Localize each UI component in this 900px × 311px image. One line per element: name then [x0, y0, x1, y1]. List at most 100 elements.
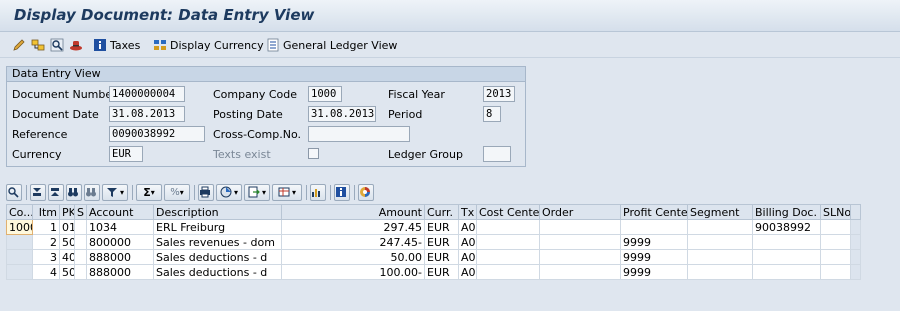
column-header[interactable]: Billing Doc. [752, 204, 821, 220]
cell-segment[interactable] [687, 264, 753, 280]
cell-amount[interactable]: 50.00 [281, 249, 425, 265]
cell-billing-doc[interactable] [752, 234, 821, 250]
cell-description[interactable]: Sales deductions - d [153, 264, 282, 280]
print-button[interactable] [69, 36, 83, 54]
cell-currency[interactable]: EUR [424, 264, 459, 280]
filter-button[interactable]: ▾ [102, 184, 128, 201]
settings-button[interactable] [358, 184, 374, 201]
cell-special-gl[interactable] [74, 234, 87, 250]
table-row[interactable]: 3 40 888000 Sales deductions - d 50.00 E… [6, 249, 861, 265]
display-currency-button[interactable]: Display Currency [153, 36, 264, 54]
cell-special-gl[interactable] [74, 264, 87, 280]
posting-date-field[interactable]: 31.08.2013 [308, 106, 376, 122]
table-row[interactable]: 2 50 800000 Sales revenues - dom 247.45-… [6, 234, 861, 250]
column-header[interactable]: SLNo [820, 204, 851, 220]
cell-description[interactable]: Sales revenues - dom [153, 234, 282, 250]
currency-field[interactable]: EUR [109, 146, 143, 162]
table-row[interactable]: 4 50 888000 Sales deductions - d 100.00-… [6, 264, 861, 280]
cell-item[interactable]: 4 [32, 264, 60, 280]
cell-profit-center[interactable] [620, 219, 688, 235]
cell-description[interactable]: ERL Freiburg [153, 219, 282, 235]
information-button[interactable] [334, 184, 350, 201]
details-button[interactable] [6, 184, 22, 201]
sort-descending-button[interactable] [48, 184, 64, 201]
find-button[interactable] [66, 184, 82, 201]
cell-cost-center[interactable] [476, 264, 540, 280]
cell-posting-key[interactable]: 01 [59, 219, 75, 235]
cell-amount[interactable]: 247.45- [281, 234, 425, 250]
cell-posting-key[interactable]: 50 [59, 234, 75, 250]
cell-company-code[interactable] [6, 234, 33, 250]
display-details-button[interactable] [50, 36, 64, 54]
column-header[interactable]: Itm [32, 204, 60, 220]
cell-slno[interactable] [820, 234, 851, 250]
print-preview-button[interactable] [198, 184, 214, 201]
cell-segment[interactable] [687, 219, 753, 235]
fiscal-year-field[interactable]: 2013 [483, 86, 515, 102]
cell-account[interactable]: 1034 [86, 219, 154, 235]
column-header[interactable]: S [74, 204, 87, 220]
cell-item[interactable]: 1 [32, 219, 60, 235]
sort-ascending-button[interactable] [30, 184, 46, 201]
column-header[interactable]: Cost Center [476, 204, 540, 220]
cell-special-gl[interactable] [74, 249, 87, 265]
column-header[interactable]: PK [59, 204, 75, 220]
texts-exist-checkbox[interactable] [308, 148, 319, 159]
find-next-button[interactable] [84, 184, 100, 201]
total-button[interactable]: Σ ▾ [136, 184, 162, 201]
column-header[interactable]: Co...▲ [6, 204, 33, 220]
cell-segment[interactable] [687, 234, 753, 250]
cell-cost-center[interactable] [476, 234, 540, 250]
document-overview-button[interactable] [31, 36, 45, 54]
cell-billing-doc[interactable]: 90038992 [752, 219, 821, 235]
cell-tax-code[interactable]: A0 [458, 249, 477, 265]
table-row[interactable]: 1000 1 01 1034 ERL Freiburg 297.45 EUR A… [6, 219, 861, 235]
column-header[interactable]: Segment [687, 204, 753, 220]
period-field[interactable]: 8 [483, 106, 501, 122]
cell-company-code[interactable] [6, 249, 33, 265]
cell-billing-doc[interactable] [752, 264, 821, 280]
cell-special-gl[interactable] [74, 219, 87, 235]
company-code-field[interactable]: 1000 [308, 86, 342, 102]
cell-posting-key[interactable]: 40 [59, 249, 75, 265]
cell-slno[interactable] [820, 219, 851, 235]
cell-currency[interactable]: EUR [424, 219, 459, 235]
cell-account[interactable]: 888000 [86, 249, 154, 265]
cell-tax-code[interactable]: A0 [458, 219, 477, 235]
cell-item[interactable]: 2 [32, 234, 60, 250]
cell-segment[interactable] [687, 249, 753, 265]
ledger-group-field[interactable] [483, 146, 511, 162]
cell-slno[interactable] [820, 249, 851, 265]
subtotal-button[interactable]: % ▾ [164, 184, 190, 201]
cell-currency[interactable]: EUR [424, 249, 459, 265]
cell-tax-code[interactable]: A0 [458, 234, 477, 250]
general-ledger-view-button[interactable]: General Ledger View [266, 36, 397, 54]
graphic-button[interactable] [310, 184, 326, 201]
cell-cost-center[interactable] [476, 249, 540, 265]
cell-amount[interactable]: 297.45 [281, 219, 425, 235]
layout-button[interactable]: ▾ [272, 184, 302, 201]
column-header[interactable]: Profit Center [620, 204, 688, 220]
cell-posting-key[interactable]: 50 [59, 264, 75, 280]
taxes-button[interactable]: Taxes [93, 36, 140, 54]
cell-order[interactable] [539, 219, 621, 235]
cross-comp-field[interactable] [308, 126, 410, 142]
column-header[interactable]: Amount [281, 204, 425, 220]
cell-company-code[interactable]: 1000 [6, 219, 33, 235]
cell-order[interactable] [539, 234, 621, 250]
cell-order[interactable] [539, 249, 621, 265]
cell-slno[interactable] [820, 264, 851, 280]
reference-field[interactable]: 0090038992 [109, 126, 205, 142]
cell-cost-center[interactable] [476, 219, 540, 235]
column-header[interactable]: Account [86, 204, 154, 220]
cell-description[interactable]: Sales deductions - d [153, 249, 282, 265]
cell-item[interactable]: 3 [32, 249, 60, 265]
cell-currency[interactable]: EUR [424, 234, 459, 250]
column-header[interactable]: Order [539, 204, 621, 220]
cell-account[interactable]: 800000 [86, 234, 154, 250]
column-header[interactable]: Description [153, 204, 282, 220]
cell-profit-center[interactable]: 9999 [620, 264, 688, 280]
cell-tax-code[interactable]: A0 [458, 264, 477, 280]
document-number-field[interactable]: 1400000004 [109, 86, 185, 102]
cell-profit-center[interactable]: 9999 [620, 249, 688, 265]
